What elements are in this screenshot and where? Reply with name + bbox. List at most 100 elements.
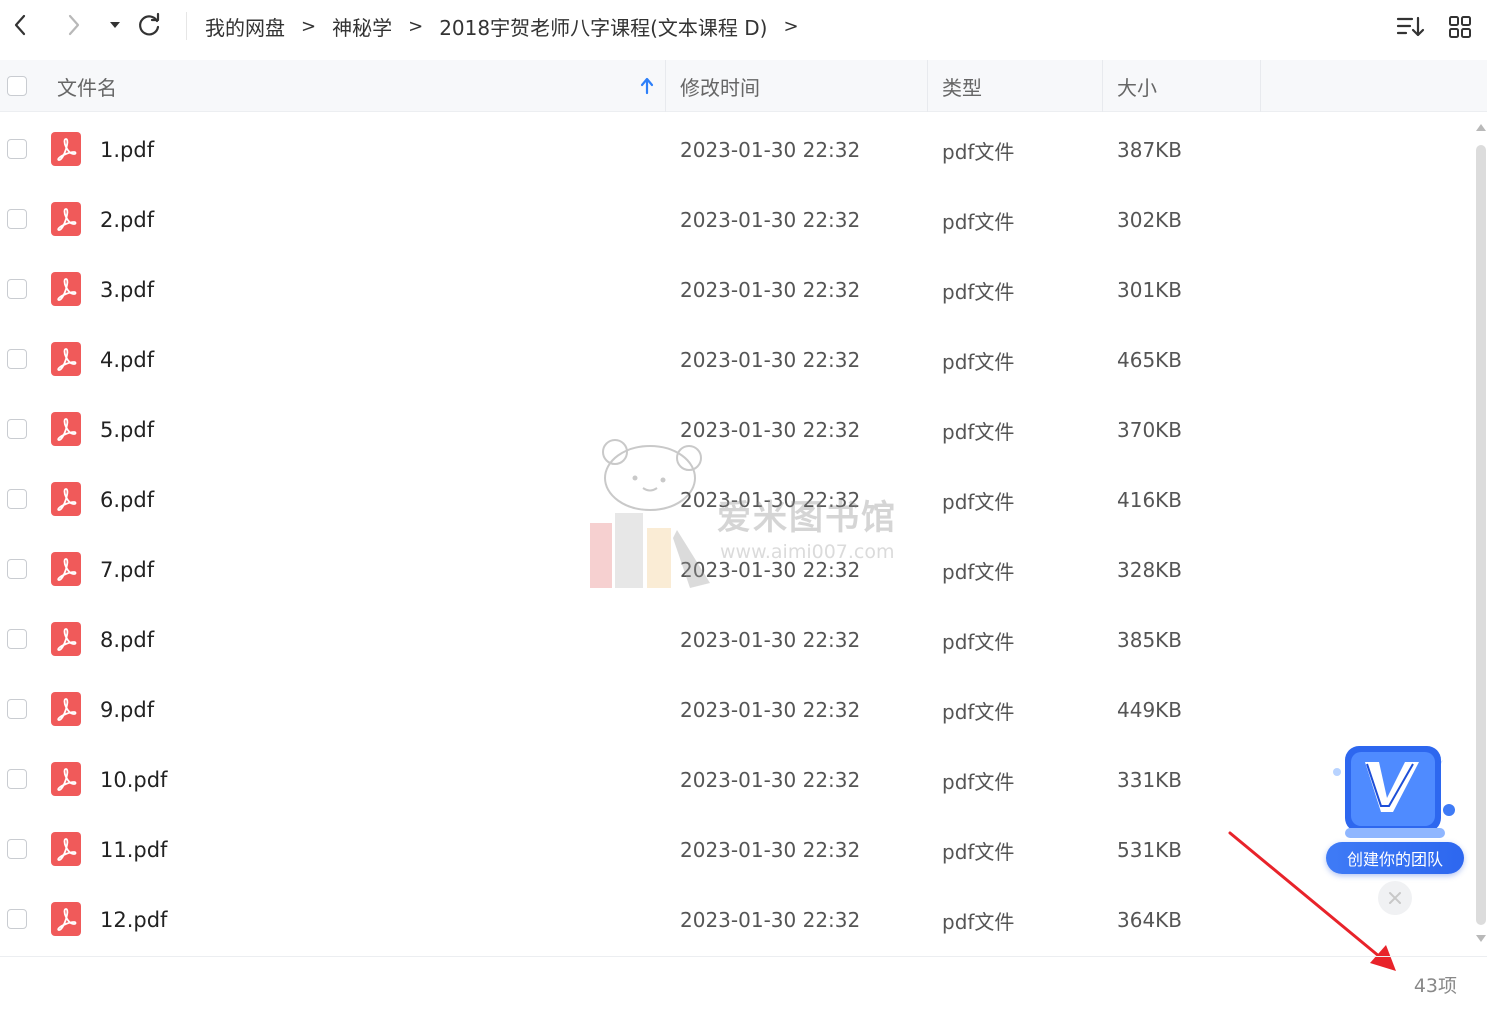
row-checkbox[interactable] bbox=[7, 209, 27, 229]
create-team-button[interactable]: 创建你的团队 bbox=[1326, 842, 1464, 874]
pdf-file-icon bbox=[51, 412, 81, 446]
file-type: pdf文件 bbox=[942, 419, 1015, 444]
column-divider[interactable] bbox=[1260, 60, 1261, 112]
scrollbar-thumb[interactable] bbox=[1476, 145, 1486, 925]
file-size: 387KB bbox=[1117, 138, 1183, 162]
file-size: 328KB bbox=[1117, 558, 1183, 582]
pdf-file-icon bbox=[51, 202, 81, 236]
table-row[interactable]: 12.pdf 2023-01-30 22:32 pdf文件 364KB bbox=[0, 885, 1470, 955]
file-size: 364KB bbox=[1117, 908, 1183, 932]
file-name[interactable]: 5.pdf bbox=[100, 395, 154, 465]
file-modified: 2023-01-30 22:32 bbox=[680, 348, 861, 372]
scroll-down-arrow-icon[interactable] bbox=[1476, 935, 1486, 942]
table-row[interactable]: 7.pdf 2023-01-30 22:32 pdf文件 328KB bbox=[0, 535, 1470, 605]
chevron-left-icon bbox=[14, 14, 26, 36]
column-divider[interactable] bbox=[665, 60, 666, 112]
breadcrumb-separator: > bbox=[301, 15, 317, 37]
header-type[interactable]: 类型 bbox=[942, 60, 982, 112]
row-checkbox[interactable] bbox=[7, 349, 27, 369]
select-all-checkbox[interactable] bbox=[7, 60, 27, 112]
file-name[interactable]: 10.pdf bbox=[100, 745, 167, 815]
close-icon bbox=[1389, 892, 1401, 904]
table-row[interactable]: 9.pdf 2023-01-30 22:32 pdf文件 449KB bbox=[0, 675, 1470, 745]
column-divider[interactable] bbox=[1102, 60, 1103, 112]
row-checkbox[interactable] bbox=[7, 279, 27, 299]
create-team-widget[interactable]: 创建你的团队 bbox=[1323, 742, 1468, 915]
row-checkbox[interactable] bbox=[7, 559, 27, 579]
breadcrumb-item-folder[interactable]: 神秘学 bbox=[332, 12, 392, 41]
row-checkbox[interactable] bbox=[7, 629, 27, 649]
file-name[interactable]: 2.pdf bbox=[100, 185, 154, 255]
forward-button[interactable] bbox=[58, 10, 88, 40]
file-type: pdf文件 bbox=[942, 629, 1015, 654]
file-size: 449KB bbox=[1117, 698, 1183, 722]
file-modified: 2023-01-30 22:32 bbox=[680, 138, 861, 162]
file-type: pdf文件 bbox=[942, 769, 1015, 794]
sort-button[interactable] bbox=[1396, 12, 1426, 42]
file-name[interactable]: 11.pdf bbox=[100, 815, 167, 885]
grid-view-icon bbox=[1449, 16, 1471, 38]
table-row[interactable]: 11.pdf 2023-01-30 22:32 pdf文件 531KB bbox=[0, 815, 1470, 885]
table-row[interactable]: 6.pdf 2023-01-30 22:32 pdf文件 416KB bbox=[0, 465, 1470, 535]
item-count: 43项 bbox=[1413, 975, 1457, 997]
file-modified: 2023-01-30 22:32 bbox=[680, 558, 861, 582]
table-row[interactable]: 10.pdf 2023-01-30 22:32 pdf文件 331KB bbox=[0, 745, 1470, 815]
file-size: 301KB bbox=[1117, 278, 1183, 302]
grid-view-button[interactable] bbox=[1445, 12, 1475, 42]
list-header: 文件名 修改时间 类型 大小 bbox=[0, 60, 1487, 112]
file-name[interactable]: 9.pdf bbox=[100, 675, 154, 745]
checkbox[interactable] bbox=[7, 76, 27, 96]
file-modified: 2023-01-30 22:32 bbox=[680, 628, 861, 652]
breadcrumb-item-root[interactable]: 我的网盘 bbox=[205, 12, 285, 41]
file-type: pdf文件 bbox=[942, 279, 1015, 304]
file-type: pdf文件 bbox=[942, 559, 1015, 584]
row-checkbox[interactable] bbox=[7, 489, 27, 509]
refresh-button[interactable] bbox=[134, 10, 164, 40]
file-name[interactable]: 1.pdf bbox=[100, 115, 154, 185]
breadcrumb-separator: > bbox=[783, 15, 799, 37]
row-checkbox[interactable] bbox=[7, 769, 27, 789]
file-name[interactable]: 4.pdf bbox=[100, 325, 154, 395]
header-modified[interactable]: 修改时间 bbox=[680, 60, 760, 112]
pdf-file-icon bbox=[51, 552, 81, 586]
table-row[interactable]: 5.pdf 2023-01-30 22:32 pdf文件 370KB bbox=[0, 395, 1470, 465]
row-checkbox[interactable] bbox=[7, 699, 27, 719]
file-size: 370KB bbox=[1117, 418, 1183, 442]
table-row[interactable]: 8.pdf 2023-01-30 22:32 pdf文件 385KB bbox=[0, 605, 1470, 675]
toolbar-separator bbox=[186, 12, 187, 40]
file-type: pdf文件 bbox=[942, 909, 1015, 934]
scroll-up-arrow-icon[interactable] bbox=[1476, 124, 1486, 131]
file-name[interactable]: 6.pdf bbox=[100, 465, 154, 535]
pdf-file-icon bbox=[51, 342, 81, 376]
header-size[interactable]: 大小 bbox=[1117, 60, 1157, 112]
close-button[interactable] bbox=[1378, 881, 1412, 915]
file-name[interactable]: 12.pdf bbox=[100, 885, 167, 955]
breadcrumb-item-current[interactable]: 2018宇贺老师八字课程(文本课程 D) bbox=[439, 12, 767, 41]
file-list: 1.pdf 2023-01-30 22:32 pdf文件 387KB 2.pdf… bbox=[0, 115, 1470, 955]
file-modified: 2023-01-30 22:32 bbox=[680, 698, 861, 722]
table-row[interactable]: 4.pdf 2023-01-30 22:32 pdf文件 465KB bbox=[0, 325, 1470, 395]
row-checkbox[interactable] bbox=[7, 139, 27, 159]
file-modified: 2023-01-30 22:32 bbox=[680, 488, 861, 512]
row-checkbox[interactable] bbox=[7, 839, 27, 859]
status-bar: 43项 bbox=[0, 956, 1487, 1016]
header-name[interactable]: 文件名 bbox=[57, 60, 117, 112]
table-row[interactable]: 3.pdf 2023-01-30 22:32 pdf文件 301KB bbox=[0, 255, 1470, 325]
sort-ascending-icon[interactable] bbox=[638, 76, 656, 96]
row-checkbox[interactable] bbox=[7, 419, 27, 439]
vip-badge-icon bbox=[1333, 746, 1455, 838]
column-divider[interactable] bbox=[927, 60, 928, 112]
pdf-file-icon bbox=[51, 482, 81, 516]
table-row[interactable]: 1.pdf 2023-01-30 22:32 pdf文件 387KB bbox=[0, 115, 1470, 185]
back-button[interactable] bbox=[6, 10, 36, 40]
file-modified: 2023-01-30 22:32 bbox=[680, 768, 861, 792]
history-dropdown-button[interactable] bbox=[100, 10, 130, 40]
row-checkbox[interactable] bbox=[7, 909, 27, 929]
file-name[interactable]: 8.pdf bbox=[100, 605, 154, 675]
file-name[interactable]: 3.pdf bbox=[100, 255, 154, 325]
caret-down-icon bbox=[110, 22, 120, 28]
file-name[interactable]: 7.pdf bbox=[100, 535, 154, 605]
pdf-file-icon bbox=[51, 832, 81, 866]
table-row[interactable]: 2.pdf 2023-01-30 22:32 pdf文件 302KB bbox=[0, 185, 1470, 255]
breadcrumb: 我的网盘 > 神秘学 > 2018宇贺老师八字课程(文本课程 D) > bbox=[205, 12, 815, 40]
